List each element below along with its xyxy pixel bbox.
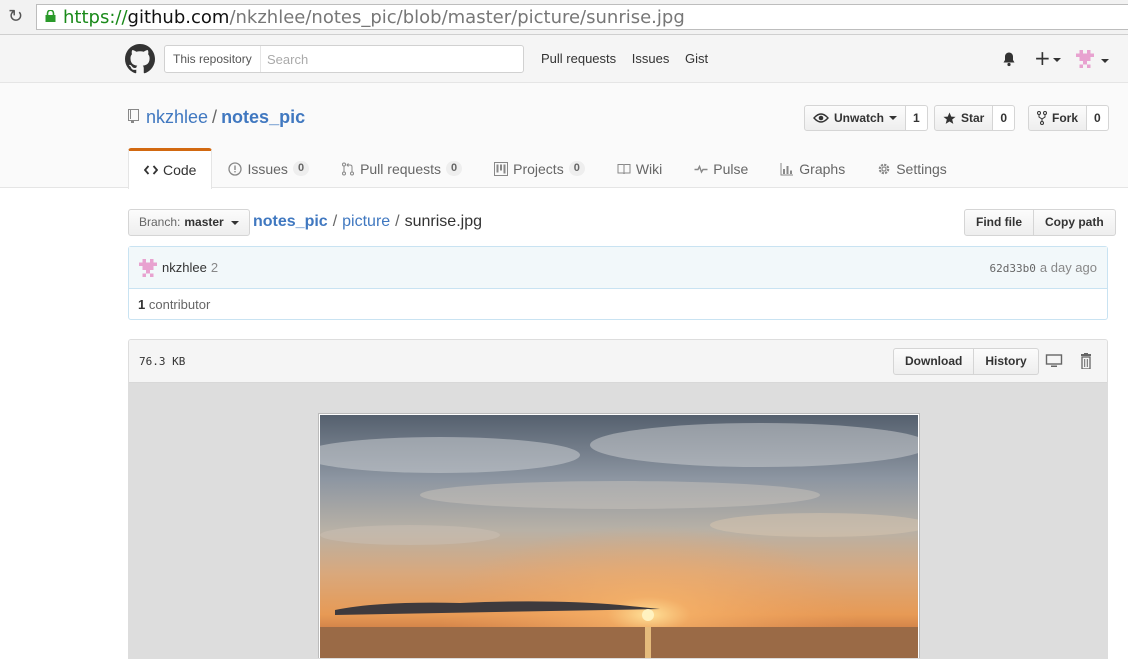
issue-icon bbox=[228, 161, 243, 176]
repo-nav: Code Issues0 Pull requests0 Projects0 bbox=[128, 148, 963, 189]
file-header: 76.3 KB Download History bbox=[129, 340, 1107, 383]
watch-count[interactable]: 1 bbox=[906, 105, 928, 131]
fork-button[interactable]: Fork bbox=[1028, 105, 1088, 131]
chevron-down-icon bbox=[1100, 58, 1109, 63]
file-size: 76.3 KB bbox=[139, 355, 186, 368]
nav-gist[interactable]: Gist bbox=[685, 51, 708, 66]
breadcrumb-folder-link[interactable]: picture bbox=[342, 213, 390, 230]
image-frame bbox=[300, 413, 930, 658]
issues-counter: 0 bbox=[292, 161, 310, 176]
tab-projects[interactable]: Projects 0 bbox=[478, 148, 601, 188]
chevron-down-icon bbox=[230, 220, 239, 225]
tab-pull-requests[interactable]: Pull requests 0 bbox=[325, 148, 478, 188]
book-icon bbox=[617, 163, 631, 174]
contributors-count: 1 bbox=[138, 297, 146, 312]
sunrise-image bbox=[300, 415, 930, 658]
breadcrumb-file-name: sunrise.jpg bbox=[404, 213, 482, 230]
repo-name-link[interactable]: notes_pic bbox=[221, 107, 305, 127]
copy-path-button[interactable]: Copy path bbox=[1034, 209, 1116, 236]
star-button[interactable]: Star bbox=[934, 105, 994, 131]
trash-icon[interactable] bbox=[1077, 353, 1095, 369]
branch-select-button[interactable]: Branch: master bbox=[128, 209, 250, 236]
tab-wiki[interactable]: Wiki bbox=[601, 148, 678, 188]
find-file-button[interactable]: Find file bbox=[964, 209, 1034, 236]
header-nav: Pull requests Issues Gist bbox=[541, 35, 720, 83]
desktop-icon[interactable] bbox=[1045, 353, 1063, 369]
reload-icon[interactable]: ↻ bbox=[8, 6, 28, 28]
browser-toolbar: ↻ https://github.com/nkzhlee/notes_pic/b… bbox=[0, 0, 1128, 35]
history-button[interactable]: History bbox=[974, 348, 1039, 375]
tab-settings[interactable]: Settings bbox=[861, 148, 963, 188]
github-logo-icon[interactable] bbox=[125, 44, 155, 74]
address-text[interactable]: https://github.com/nkzhlee/notes_pic/blo… bbox=[63, 7, 685, 29]
commit-count: 2 bbox=[210, 260, 219, 275]
commit-meta: 62d33b0 a day ago bbox=[990, 260, 1097, 275]
repo-title: nkzhlee / notes_pic bbox=[146, 107, 306, 127]
chevron-down-icon bbox=[889, 116, 898, 120]
nav-pull-requests[interactable]: Pull requests bbox=[541, 51, 616, 66]
projects-counter: 0 bbox=[568, 161, 585, 176]
image-preview-area bbox=[129, 383, 1107, 658]
bell-icon[interactable] bbox=[1001, 51, 1017, 67]
eye-icon bbox=[813, 113, 829, 123]
file-viewer: 76.3 KB Download History bbox=[128, 339, 1108, 659]
commit-info-box: nkzhlee 2 62d33b0 a day ago 1 contributor bbox=[128, 246, 1108, 320]
fork-group: Fork 0 bbox=[1028, 105, 1109, 131]
repo-icon bbox=[128, 109, 139, 123]
commit-author-link[interactable]: nkzhlee 2 bbox=[162, 260, 218, 275]
repo-header: nkzhlee / notes_pic Unwatch 1 Star 0 For… bbox=[0, 83, 1128, 189]
lock-icon bbox=[45, 10, 56, 22]
project-icon bbox=[494, 161, 509, 176]
search-scope-label[interactable]: This repository bbox=[165, 46, 261, 72]
address-bar[interactable]: https://github.com/nkzhlee/notes_pic/blo… bbox=[36, 4, 1128, 30]
avatar bbox=[1076, 50, 1094, 68]
tab-issues[interactable]: Issues 0 bbox=[212, 148, 325, 188]
plus-icon: + bbox=[1034, 46, 1051, 70]
pull-requests-counter: 0 bbox=[446, 161, 463, 176]
commit-sha-link[interactable]: 62d33b0 bbox=[990, 262, 1036, 275]
search-box: This repository bbox=[164, 45, 524, 73]
tab-graphs[interactable]: Graphs bbox=[764, 148, 861, 188]
create-new-button[interactable]: + bbox=[1034, 48, 1061, 68]
chevron-down-icon bbox=[1052, 57, 1061, 62]
watch-group: Unwatch 1 bbox=[804, 105, 928, 131]
tab-code[interactable]: Code bbox=[128, 148, 213, 189]
file-nav-buttons: Find file Copy path bbox=[964, 209, 1116, 236]
breadcrumb-repo-link[interactable]: notes_pic bbox=[253, 213, 328, 230]
commit-tease: nkzhlee 2 62d33b0 a day ago bbox=[129, 247, 1107, 289]
user-menu-button[interactable] bbox=[1075, 50, 1109, 71]
branch-name: master bbox=[184, 215, 224, 229]
site-header: This repository Pull requests Issues Gis… bbox=[0, 35, 1128, 83]
pull-request-icon bbox=[342, 162, 355, 175]
commit-time: a day ago bbox=[1039, 260, 1097, 275]
pulse-icon bbox=[694, 164, 708, 174]
fork-count[interactable]: 0 bbox=[1087, 105, 1109, 131]
contributors-line[interactable]: 1 contributor bbox=[129, 289, 1107, 321]
star-icon bbox=[943, 111, 956, 124]
breadcrumb: notes_pic / picture / sunrise.jpg bbox=[253, 213, 482, 230]
avatar[interactable] bbox=[139, 259, 157, 277]
star-group: Star 0 bbox=[934, 105, 1016, 131]
fork-icon bbox=[1037, 111, 1047, 125]
nav-issues[interactable]: Issues bbox=[632, 51, 670, 66]
unwatch-button[interactable]: Unwatch bbox=[804, 105, 907, 131]
gear-icon bbox=[878, 163, 890, 174]
code-icon bbox=[144, 165, 158, 175]
graph-icon bbox=[780, 162, 794, 175]
file-action-buttons: Download History bbox=[893, 348, 1039, 375]
star-count[interactable]: 0 bbox=[993, 105, 1016, 131]
search-input[interactable] bbox=[261, 46, 521, 72]
download-button[interactable]: Download bbox=[893, 348, 975, 375]
repo-owner-link[interactable]: nkzhlee bbox=[146, 107, 208, 127]
tab-pulse[interactable]: Pulse bbox=[678, 148, 764, 188]
